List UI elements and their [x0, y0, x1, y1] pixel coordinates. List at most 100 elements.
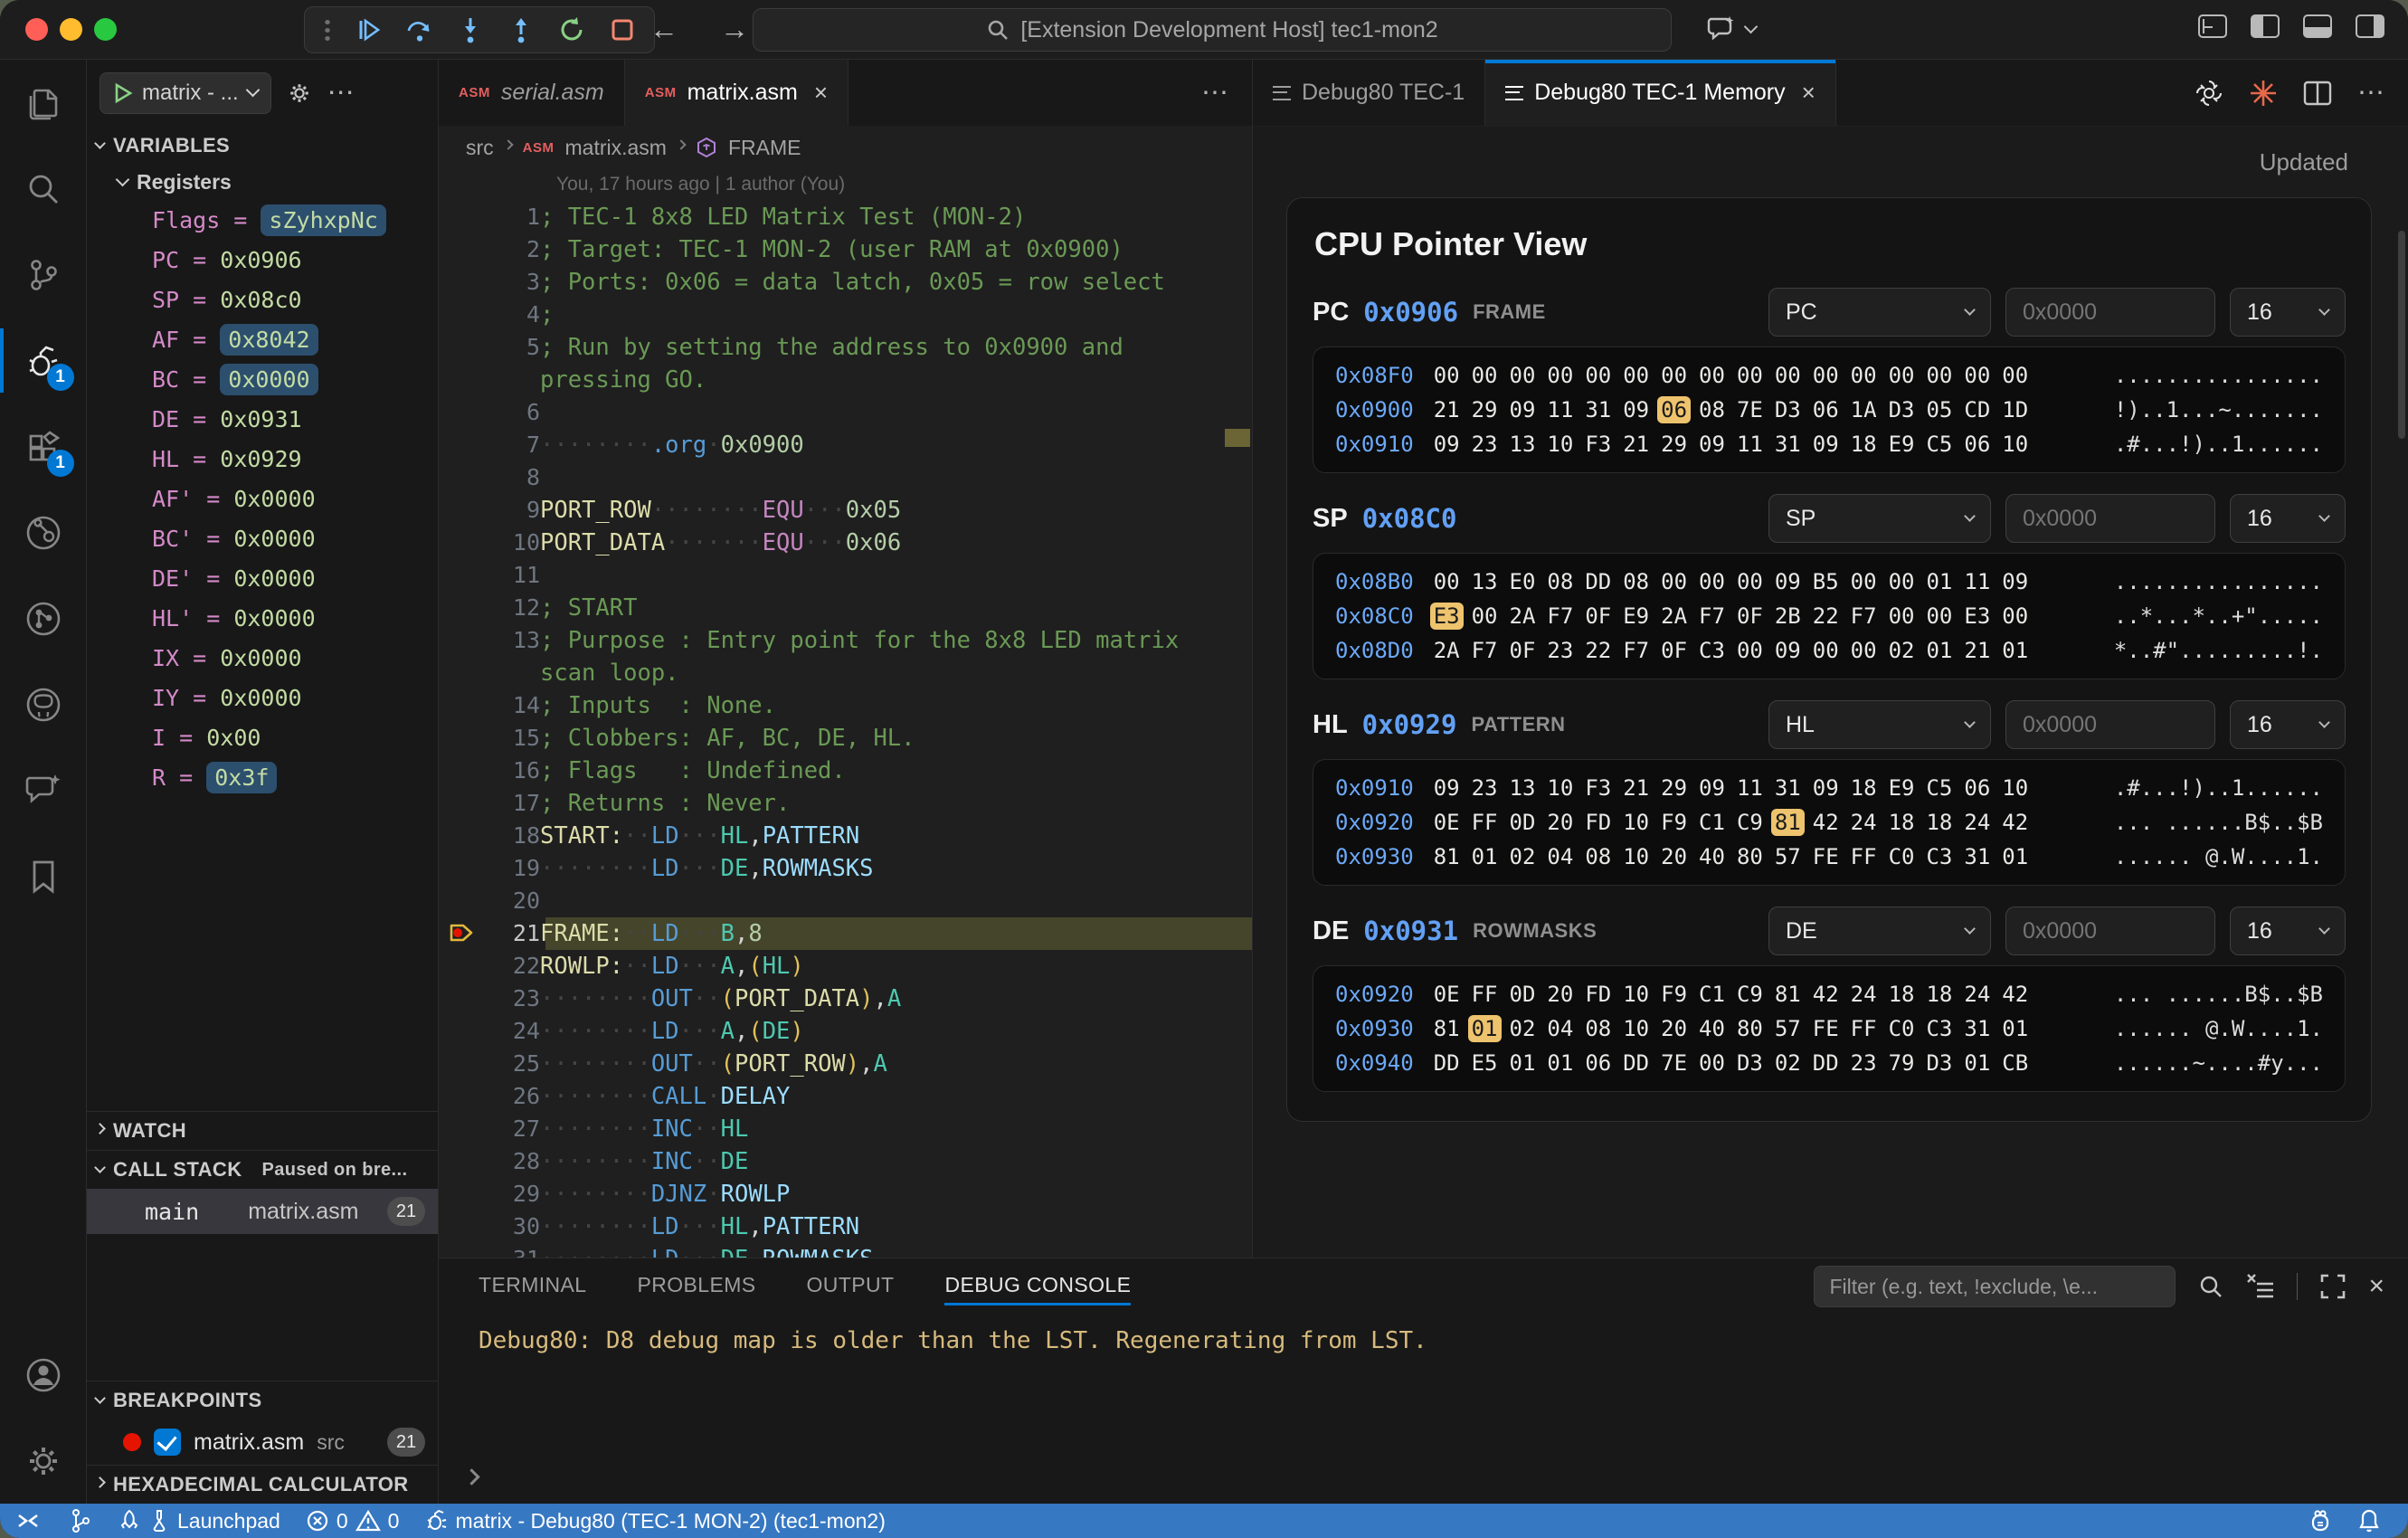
forward-arrow-icon[interactable]: →	[720, 13, 749, 46]
code-line-10[interactable]: 10PORT_DATA·······EQU···0x06	[439, 527, 1252, 559]
toggle-sidebar-icon[interactable]	[2251, 14, 2280, 38]
code-line-wrap[interactable]: pressing GO.	[439, 364, 1252, 396]
length-select-HL[interactable]: 16	[2230, 700, 2346, 749]
register-row-HLx[interactable]: HL' = 0x0000	[87, 598, 438, 638]
gitlens-icon[interactable]	[0, 489, 87, 575]
pointer-select-PC[interactable]: PC	[1768, 288, 1991, 337]
code-line-2[interactable]: 2; Target: TEC-1 MON-2 (user RAM at 0x09…	[439, 233, 1252, 266]
register-row-IY[interactable]: IY = 0x0000	[87, 678, 438, 717]
watch-section-header[interactable]: WATCH	[87, 1111, 438, 1150]
code-line-18[interactable]: 18START:··LD···HL,PATTERN	[439, 820, 1252, 852]
register-row-AF[interactable]: AF = 0x8042	[87, 319, 438, 359]
drag-handle-icon[interactable]	[323, 18, 332, 42]
starburst-icon[interactable]	[2249, 79, 2278, 108]
webview-scrollbar[interactable]	[2398, 231, 2405, 439]
callstack-section-header[interactable]: CALL STACK Paused on bre...	[87, 1150, 438, 1189]
split-editor-icon[interactable]	[2303, 81, 2332, 106]
gutter[interactable]: 11	[439, 559, 540, 592]
code-line-3[interactable]: 3; Ports: 0x06 = data latch, 0x05 = row …	[439, 266, 1252, 299]
register-row-HL[interactable]: HL = 0x0929	[87, 439, 438, 479]
back-arrow-icon[interactable]: ←	[649, 13, 678, 46]
variables-section-header[interactable]: VARIABLES	[87, 127, 438, 165]
panel-tab-terminal[interactable]: TERMINAL	[479, 1258, 587, 1311]
code-line-26[interactable]: 26········CALL·DELAY	[439, 1080, 1252, 1113]
code-line-27[interactable]: 27········INC··HL	[439, 1113, 1252, 1145]
code-line-19[interactable]: 19········LD···DE,ROWMASKS	[439, 852, 1252, 885]
close-tab-icon[interactable]: ×	[814, 79, 828, 107]
close-panel-icon[interactable]: ×	[2368, 1271, 2384, 1302]
code-line-25[interactable]: 25········OUT··(PORT_ROW),A	[439, 1048, 1252, 1080]
run-debug-icon[interactable]: 1	[0, 318, 87, 403]
notifications-bell-icon[interactable]	[2345, 1504, 2394, 1538]
gutter[interactable]: 6	[439, 396, 540, 429]
code-line-30[interactable]: 30········LD···HL,PATTERN	[439, 1210, 1252, 1243]
register-row-PC[interactable]: PC = 0x0906	[87, 240, 438, 280]
step-into-button[interactable]	[457, 16, 484, 43]
address-input-DE[interactable]: 0x0000	[2005, 907, 2215, 955]
gutter[interactable]: 12	[439, 592, 540, 624]
gutter[interactable]: 1	[439, 201, 540, 233]
step-out-button[interactable]	[507, 16, 535, 43]
register-row-DE[interactable]: DE = 0x0931	[87, 399, 438, 439]
source-control-icon[interactable]	[0, 232, 87, 318]
gutter[interactable]	[439, 364, 540, 396]
code-line-20[interactable]: 20	[439, 885, 1252, 917]
run-config-dropdown[interactable]: matrix - ...	[100, 72, 271, 114]
code-line-29[interactable]: 29········DJNZ·ROWLP	[439, 1178, 1252, 1210]
overview-ruler[interactable]	[1225, 168, 1252, 1258]
gutter[interactable]: 17	[439, 787, 540, 820]
gutter[interactable]: 18	[439, 820, 540, 852]
editor-more-actions-icon[interactable]: ⋯	[2357, 77, 2386, 109]
gutter[interactable]: 31	[439, 1243, 540, 1258]
maximize-panel-icon[interactable]	[2319, 1273, 2346, 1300]
address-input-SP[interactable]: 0x0000	[2005, 494, 2215, 543]
code-editor[interactable]: You, 17 hours ago | 1 author (You) 1; TE…	[439, 168, 1252, 1258]
search-icon[interactable]	[2197, 1273, 2224, 1300]
gutter[interactable]: 28	[439, 1145, 540, 1178]
gutter[interactable]: 3	[439, 266, 540, 299]
callstack-frame-row[interactable]: main matrix.asm 21	[87, 1189, 438, 1234]
code-line-16[interactable]: 16; Flags : Undefined.	[439, 755, 1252, 787]
code-line-8[interactable]: 8	[439, 461, 1252, 494]
editor-more-actions-icon[interactable]: ⋯	[1201, 77, 1230, 109]
tab-debug80-tec1-memory[interactable]: Debug80 TEC-1 Memory ×	[1485, 60, 1836, 126]
console-filter-input[interactable]: Filter (e.g. text, !exclude, \e...	[1814, 1266, 2176, 1307]
git-graph-icon[interactable]	[0, 575, 87, 661]
length-select-DE[interactable]: 16	[2230, 907, 2346, 955]
gutter[interactable]: 16	[439, 755, 540, 787]
code-line-4[interactable]: 4;	[439, 299, 1252, 331]
register-row-DEx[interactable]: DE' = 0x0000	[87, 558, 438, 598]
settings-gear-icon[interactable]	[0, 1418, 87, 1504]
gutter[interactable]: 29	[439, 1178, 540, 1210]
toggle-secondary-sidebar-icon[interactable]	[2356, 14, 2384, 38]
code-line-28[interactable]: 28········INC··DE	[439, 1145, 1252, 1178]
tab-serial-asm[interactable]: ASM serial.asm	[439, 60, 625, 126]
register-row-R[interactable]: R = 0x3f	[87, 757, 438, 797]
code-line-31[interactable]: 31········LD···DE,ROWMASKS	[439, 1243, 1252, 1258]
register-row-SP[interactable]: SP = 0x08c0	[87, 280, 438, 319]
gutter[interactable]: 9	[439, 494, 540, 527]
gutter[interactable]: 13	[439, 624, 540, 657]
code-line-24[interactable]: 24········LD···A,(DE)	[439, 1015, 1252, 1048]
sidebar-more-actions-icon[interactable]: ⋯	[327, 77, 356, 109]
tab-matrix-asm[interactable]: ASM matrix.asm ×	[625, 60, 848, 126]
pointer-select-SP[interactable]: SP	[1768, 494, 1991, 543]
code-line-14[interactable]: 14; Inputs : None.	[439, 689, 1252, 722]
graph-status-item[interactable]	[56, 1504, 105, 1538]
toggle-panel-icon[interactable]	[2303, 14, 2332, 38]
pointer-select-HL[interactable]: HL	[1768, 700, 1991, 749]
code-line-13[interactable]: 13; Purpose : Entry point for the 8x8 LE…	[439, 624, 1252, 657]
code-line-21[interactable]: 21FRAME:··LD···B,8	[439, 917, 1252, 950]
gutter[interactable]: 10	[439, 527, 540, 559]
breadcrumb[interactable]: src ASM matrix.asm FRAME	[439, 127, 1252, 168]
length-select-SP[interactable]: 16	[2230, 494, 2346, 543]
code-line-wrap[interactable]: scan loop.	[439, 657, 1252, 689]
length-select-PC[interactable]: 16	[2230, 288, 2346, 337]
gutter[interactable]: 15	[439, 722, 540, 755]
code-line-1[interactable]: 1; TEC-1 8x8 LED Matrix Test (MON-2)	[439, 201, 1252, 233]
breakpoint-row[interactable]: matrix.asm src 21	[87, 1419, 438, 1465]
panel-tab-debug-console[interactable]: DEBUG CONSOLE	[944, 1258, 1131, 1311]
bookmarks-icon[interactable]	[0, 833, 87, 919]
launchpad-status-item[interactable]: Launchpad	[105, 1504, 293, 1538]
breakpoint-current-arrow-icon[interactable]	[448, 920, 475, 945]
